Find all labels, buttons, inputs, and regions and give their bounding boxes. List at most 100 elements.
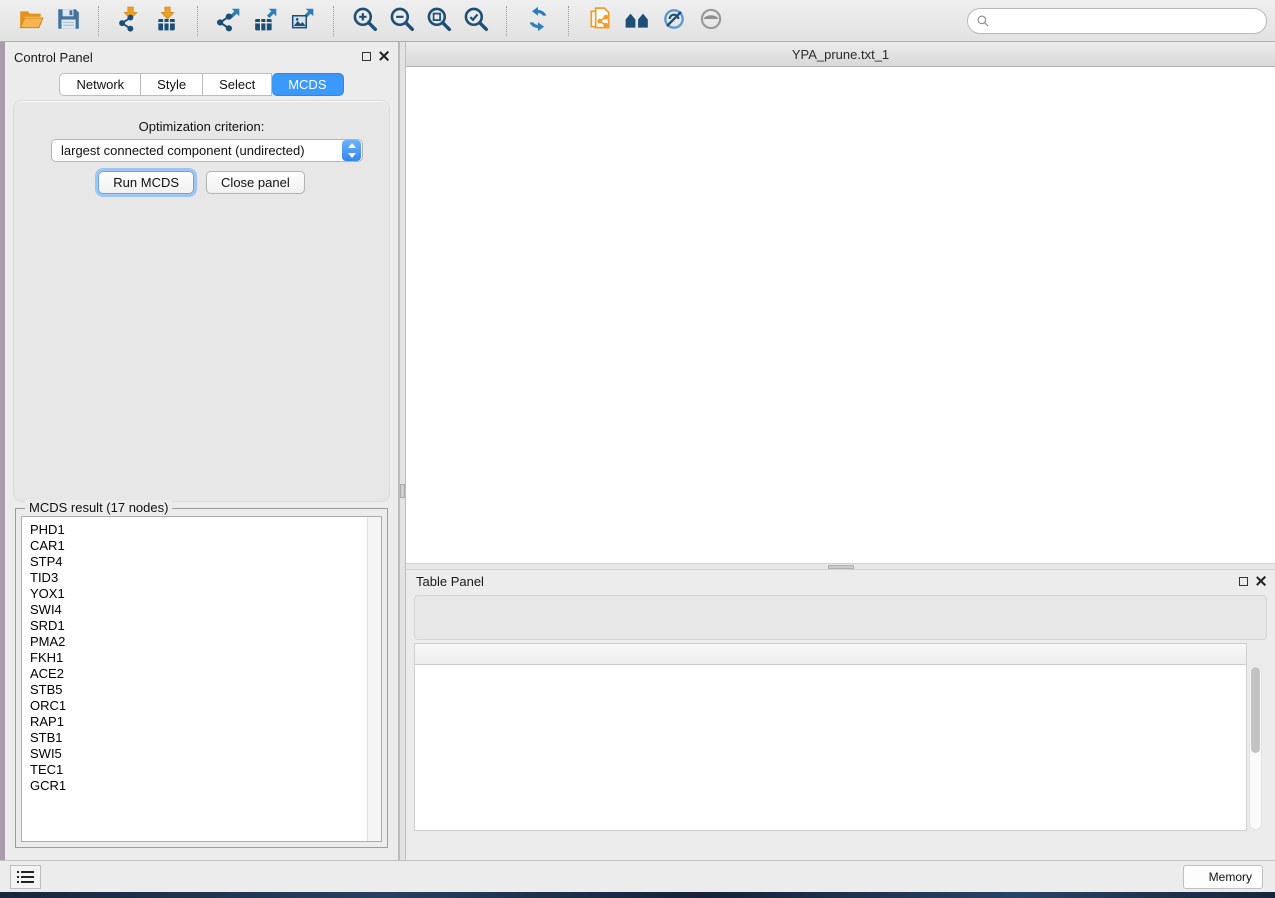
zoom-in-icon	[352, 6, 378, 35]
mcds-result-item[interactable]: ORC1	[30, 698, 381, 714]
memory-button[interactable]: Memory	[1183, 865, 1263, 889]
mcds-result-item[interactable]: TID3	[30, 570, 381, 586]
mcds-list-scrollbar[interactable]	[367, 517, 381, 841]
mcds-result-item[interactable]: PMA2	[30, 634, 381, 650]
toolbar-separator	[197, 6, 198, 36]
mcds-result-item[interactable]: CAR1	[30, 538, 381, 554]
import-network-icon	[117, 6, 143, 35]
open-session-button[interactable]	[12, 4, 49, 38]
table-body	[415, 665, 1246, 830]
search-network-button[interactable]	[618, 4, 655, 38]
main-toolbar	[0, 0, 1275, 42]
mcds-result-item[interactable]: YOX1	[30, 586, 381, 602]
mcds-result-item[interactable]: ACE2	[30, 666, 381, 682]
hide-selected-button[interactable]	[655, 4, 692, 38]
scrollbar-thumb[interactable]	[1251, 667, 1260, 753]
mcds-result-item[interactable]: TEC1	[30, 762, 381, 778]
toolbar-separator	[568, 6, 569, 36]
toolbar-separator	[506, 6, 507, 36]
save-session-button[interactable]	[49, 4, 86, 38]
save-session-icon	[55, 6, 81, 35]
search-box[interactable]	[967, 8, 1267, 34]
hide-selected-icon	[661, 6, 687, 35]
horizontal-splitter[interactable]	[406, 563, 1275, 570]
toolbar-separator	[333, 6, 334, 36]
vertical-splitter[interactable]	[399, 42, 406, 860]
search-icon	[976, 14, 990, 28]
mcds-result-list[interactable]: PHD1CAR1STP4TID3YOX1SWI4SRD1PMA2FKH1ACE2…	[21, 516, 382, 842]
mcds-result-title: MCDS result (17 nodes)	[25, 500, 172, 515]
table-header-row	[415, 644, 1246, 665]
import-network-button[interactable]	[111, 4, 148, 38]
list-icon	[17, 870, 35, 884]
zoom-selected-icon	[463, 6, 489, 35]
close-panel-button[interactable]	[379, 51, 390, 62]
close-panel-button[interactable]	[1256, 576, 1267, 587]
export-network-button[interactable]	[210, 4, 247, 38]
mcds-result-item[interactable]: SRD1	[30, 618, 381, 634]
control-panel: Control Panel NetworkStyleSelectMCDS Opt…	[5, 42, 399, 860]
control-panel-title: Control Panel	[14, 50, 93, 65]
open-session-icon	[18, 6, 44, 35]
network-canvas[interactable]	[406, 67, 1275, 563]
splitter-handle[interactable]	[400, 484, 405, 498]
show-hidden-button[interactable]	[692, 4, 729, 38]
toolbar-separator	[98, 6, 99, 36]
share-document-icon	[587, 6, 613, 35]
zoom-out-button[interactable]	[383, 4, 420, 38]
mcds-result-item[interactable]: GCR1	[30, 778, 381, 794]
mcds-result-item[interactable]: STP4	[30, 554, 381, 570]
mcds-result-item[interactable]: SWI5	[30, 746, 381, 762]
network-title: YPA_prune.txt_1	[406, 47, 1275, 62]
import-table-button[interactable]	[148, 4, 185, 38]
table-panel-title: Table Panel	[416, 574, 484, 589]
status-bar: Memory	[0, 860, 1275, 892]
export-image-button[interactable]	[284, 4, 321, 38]
close-mcds-button[interactable]: Close panel	[206, 171, 305, 194]
mcds-result-item[interactable]: RAP1	[30, 714, 381, 730]
mcds-panel: Optimization criterion: largest connecte…	[13, 100, 390, 502]
zoom-in-button[interactable]	[346, 4, 383, 38]
tab-mcds[interactable]: MCDS	[272, 73, 343, 96]
tab-style[interactable]: Style	[141, 73, 203, 96]
float-panel-button[interactable]	[1239, 577, 1248, 586]
criterion-value: largest connected component (undirected)	[52, 143, 342, 158]
zoom-fit-button[interactable]	[420, 4, 457, 38]
network-view-window: YPA_prune.txt_1	[406, 42, 1275, 563]
splitter-handle[interactable]	[828, 565, 854, 569]
node-table	[414, 643, 1247, 831]
zoom-selected-button[interactable]	[457, 4, 494, 38]
run-mcds-button[interactable]: Run MCDS	[98, 171, 194, 194]
export-network-icon	[216, 6, 242, 35]
export-image-icon	[290, 6, 316, 35]
zoom-out-icon	[389, 6, 415, 35]
mcds-result-item[interactable]: STB5	[30, 682, 381, 698]
criterion-label: Optimization criterion:	[14, 119, 389, 134]
export-table-button[interactable]	[247, 4, 284, 38]
mcds-result-item[interactable]: FKH1	[30, 650, 381, 666]
table-panel: Table Panel	[406, 570, 1275, 860]
table-toolbar	[414, 595, 1267, 640]
desktop-wallpaper	[0, 892, 1275, 898]
share-document-button[interactable]	[581, 4, 618, 38]
criterion-dropdown[interactable]: largest connected component (undirected)	[51, 139, 363, 162]
tab-select[interactable]: Select	[203, 73, 272, 96]
show-hidden-icon	[698, 6, 724, 35]
show-panels-button[interactable]	[10, 865, 41, 889]
mcds-result-item[interactable]: PHD1	[30, 522, 381, 538]
dropdown-stepper-icon	[342, 140, 361, 161]
search-network-icon	[624, 6, 650, 35]
float-panel-button[interactable]	[362, 52, 371, 61]
mcds-result-item[interactable]: STB1	[30, 730, 381, 746]
search-input[interactable]	[994, 11, 1266, 31]
control-panel-tabs: NetworkStyleSelectMCDS	[5, 73, 398, 96]
tab-network[interactable]: Network	[59, 73, 141, 96]
zoom-fit-icon	[426, 6, 452, 35]
refresh-view-button[interactable]	[519, 4, 556, 38]
mcds-result-item[interactable]: SWI4	[30, 602, 381, 618]
refresh-view-icon	[525, 6, 551, 35]
memory-label: Memory	[1209, 870, 1252, 884]
table-scrollbar[interactable]	[1249, 665, 1262, 830]
network-titlebar[interactable]: YPA_prune.txt_1	[406, 42, 1275, 67]
export-table-icon	[253, 6, 279, 35]
